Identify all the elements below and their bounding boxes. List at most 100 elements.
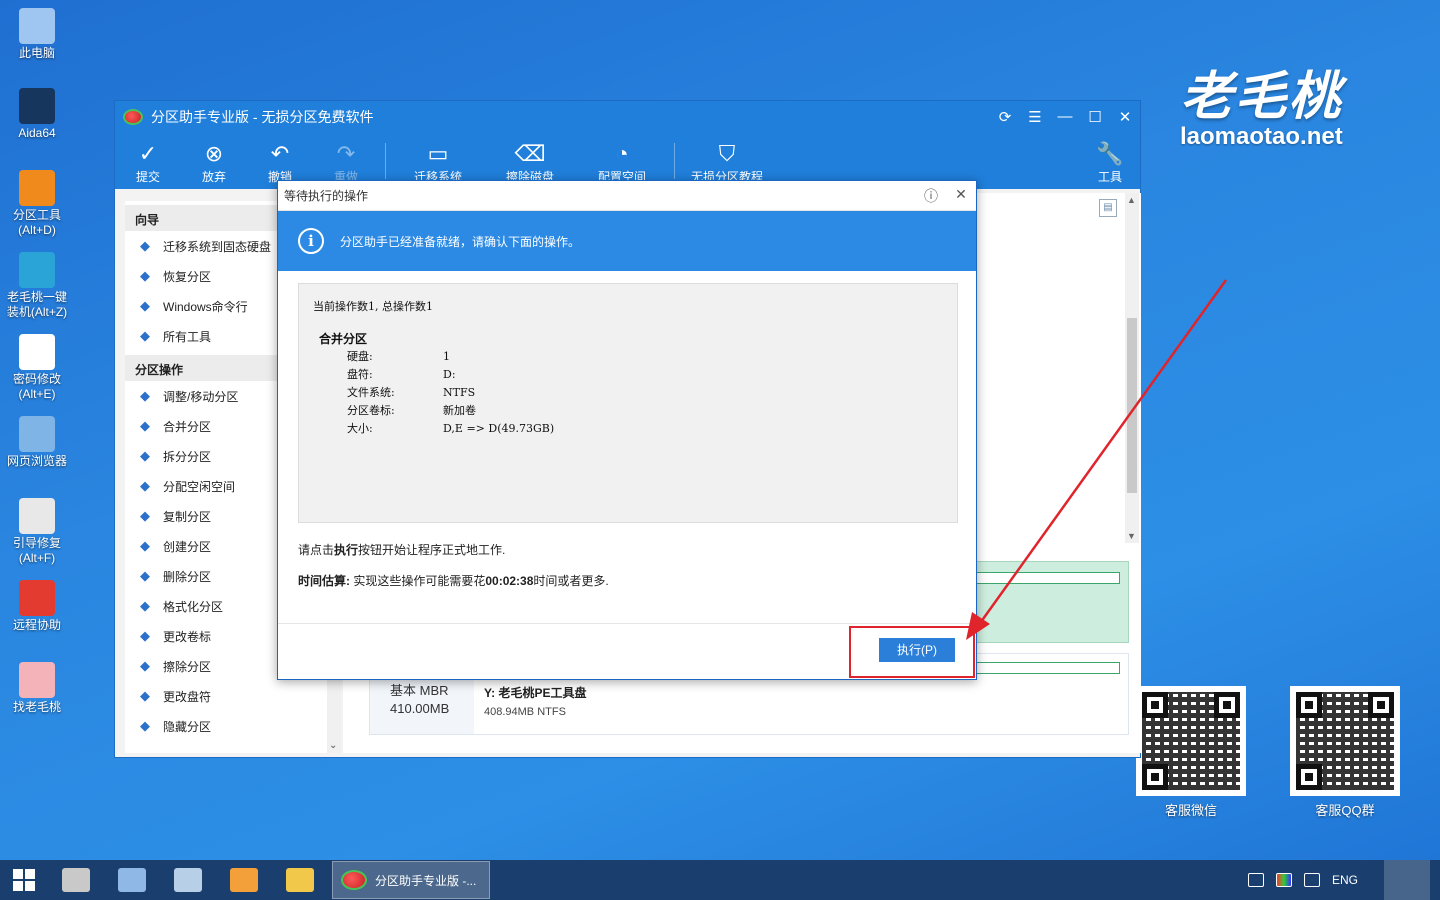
desktop-icon[interactable]: 密码修改 (Alt+E)	[2, 334, 72, 402]
keyboard-icon	[174, 868, 202, 892]
scroll-thumb[interactable]	[1127, 318, 1137, 493]
disk-icon	[62, 868, 90, 892]
wipe-disk-icon: ⌫	[514, 141, 546, 166]
sidebar-item-icon: ◆	[140, 238, 150, 253]
sidebar-item-icon: ◆	[140, 298, 150, 313]
content-scrollbar[interactable]: ▲ ▼	[1125, 193, 1139, 543]
detail-value: D:	[443, 367, 456, 381]
migrate-os-icon: ▭	[427, 141, 449, 166]
aida64-icon	[19, 88, 55, 124]
disk-size: 410.00MB	[390, 701, 450, 716]
maximize-button[interactable]: ☐	[1080, 108, 1110, 126]
desktop-icon-label: 分区工具 (Alt+D)	[12, 208, 61, 237]
desktop-icon[interactable]: 此电脑	[2, 8, 72, 61]
qr-wechat: 客服微信	[1136, 686, 1246, 819]
peach-icon	[19, 662, 55, 698]
network-icon[interactable]	[1247, 873, 1264, 887]
detail-value: NTFS	[443, 385, 476, 399]
desktop-icon[interactable]: Aida64	[2, 88, 72, 141]
sidebar-item-icon: ◆	[140, 598, 150, 613]
detail-key: 硬盘:	[347, 350, 373, 363]
task-label: 分区助手专业版 -...	[375, 873, 477, 888]
sidebar-item-icon: ◆	[140, 568, 150, 583]
desktop-icon[interactable]: 引导修复 (Alt+F)	[2, 498, 72, 566]
detail-row: 盘符: D:	[347, 365, 554, 383]
window-title: 分区助手专业版 - 无损分区免费软件	[151, 109, 374, 125]
tools-button[interactable]: 🔧 工具	[1080, 140, 1140, 189]
desktop-icon-label: 远程协助	[12, 618, 61, 632]
taskbar-disk-tool[interactable]	[48, 860, 104, 900]
computer-icon	[19, 8, 55, 44]
sidebar-item-label: 恢复分区	[163, 269, 212, 284]
desktop-icon[interactable]: 找老毛桃	[2, 662, 72, 715]
operation-name: 合并分区	[319, 332, 368, 346]
show-desktop-button[interactable]	[1384, 860, 1430, 900]
taskbar-search[interactable]	[216, 860, 272, 900]
redo-icon: ↷	[336, 141, 356, 166]
refresh-icon[interactable]: ⟳	[990, 108, 1020, 126]
dialog-title: 等待执行的操作	[284, 189, 369, 203]
taskbar-partition-assistant[interactable]: 分区助手专业版 -...	[332, 861, 490, 899]
detail-value: 新加卷	[443, 404, 476, 417]
sidebar-item-label: 删除分区	[163, 569, 212, 584]
banner-text: 分区助手已经准备就绪，请确认下面的操作。	[340, 234, 581, 249]
dialog-title-bar[interactable]: 等待执行的操作 ⓘ ✕	[278, 181, 976, 211]
sidebar-item[interactable]: ◆ 隐藏分区	[125, 711, 327, 741]
brand-logo: 老毛桃 laomaotao.net	[1180, 54, 1343, 151]
submit-button[interactable]: ✓ 提交	[115, 140, 181, 189]
brand-logo-text: 老毛桃	[1180, 66, 1343, 127]
sidebar-item-label: 拆分分区	[163, 449, 212, 464]
chevron-down-icon[interactable]: ⌄	[329, 740, 337, 751]
menu-icon[interactable]: ☰	[1020, 108, 1050, 126]
language-indicator[interactable]: ENG	[1332, 873, 1358, 887]
check-icon: ✓	[138, 141, 158, 166]
desktop-icon[interactable]: 远程协助	[2, 580, 72, 633]
shield-icon: ⛉	[718, 141, 736, 166]
discard-button[interactable]: ⊗ 放弃	[181, 140, 247, 189]
desktop-icon-label: 引导修复 (Alt+F)	[12, 536, 61, 565]
sidebar-item[interactable]: ◆ 更改盘符	[125, 681, 327, 711]
sidebar-item-icon: ◆	[140, 538, 150, 553]
allocate-space-icon: ◔	[615, 141, 629, 166]
detail-row: 分区卷标: 新加卷	[347, 401, 554, 419]
sidebar-item-icon: ◆	[140, 388, 150, 403]
disk-type: 基本 MBR	[390, 683, 449, 698]
desktop-icon[interactable]: 网页浏览器	[2, 416, 72, 469]
close-button[interactable]: ✕	[1110, 108, 1140, 126]
desktop-icon-label: 密码修改 (Alt+E)	[12, 372, 61, 401]
desktop-icon[interactable]: 分区工具 (Alt+D)	[2, 170, 72, 238]
sidebar-item-label: 调整/移动分区	[163, 389, 239, 404]
sidebar-item-icon: ◆	[140, 478, 150, 493]
minimize-button[interactable]: —	[1050, 108, 1080, 126]
operations-list: 当前操作数1, 总操作数1 合并分区 硬盘: 1 盘符: D: 文件系统: NTFS 分区卷…	[298, 283, 958, 523]
detail-key: 分区卷标:	[347, 404, 395, 417]
sidebar-item-label: 创建分区	[163, 539, 212, 554]
display-icon[interactable]	[1275, 873, 1292, 887]
chevron-down-icon[interactable]: ▼	[1127, 531, 1136, 541]
qr-label: 客服微信	[1164, 803, 1217, 818]
info-icon: i	[298, 228, 324, 254]
qr-code-image	[1136, 686, 1246, 796]
qr-label: 客服QQ群	[1315, 803, 1375, 818]
taskbar-network[interactable]	[160, 860, 216, 900]
partition-tool-icon	[19, 170, 55, 206]
desktop-icon-label: 此电脑	[18, 46, 55, 60]
partition-info: 408.94MB NTFS	[484, 706, 566, 718]
execute-note: 请点击执行按钮开始让程序正式地工作.	[298, 543, 506, 557]
view-toggle-icon[interactable]: ▤	[1099, 199, 1117, 217]
help-icon[interactable]: ⓘ	[916, 186, 946, 206]
undo-icon: ↶	[270, 141, 290, 166]
dialog-banner: i 分区助手已经准备就绪，请确认下面的操作。	[278, 211, 976, 271]
detail-value: D,E => D(49.73GB)	[443, 421, 555, 435]
usb-icon[interactable]	[1303, 873, 1320, 887]
desktop-icon[interactable]: 老毛桃一键 装机(Alt+Z)	[2, 252, 72, 320]
search-icon	[230, 868, 258, 892]
taskbar-explorer[interactable]	[272, 860, 328, 900]
title-bar[interactable]: 分区助手专业版 - 无损分区免费软件 ⟳ ☰ — ☐ ✕	[115, 101, 1140, 133]
desktop-icon-label: 找老毛桃	[12, 700, 61, 714]
dialog-close-button[interactable]: ✕	[946, 186, 976, 206]
taskbar-computer[interactable]	[104, 860, 160, 900]
start-button[interactable]	[0, 860, 48, 900]
chevron-up-icon[interactable]: ▲	[1127, 195, 1136, 205]
time-estimate: 时间估算: 实现这些操作可能需要花00:02:38时间或者更多.	[298, 574, 609, 588]
